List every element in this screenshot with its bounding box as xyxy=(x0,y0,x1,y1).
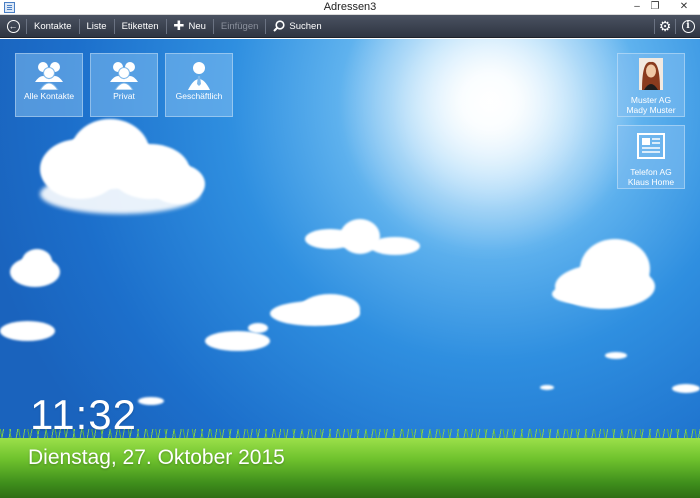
insert-button[interactable]: Einfügen xyxy=(214,15,266,38)
new-label: Neu xyxy=(188,20,206,32)
tile-contact-muster[interactable]: Muster AG Mady Muster xyxy=(617,53,685,117)
info-button[interactable]: i xyxy=(676,15,700,38)
new-button[interactable]: ✚ Neu xyxy=(167,15,213,38)
toolbar: ← Kontakte Liste Etiketten ✚ Neu Einfüge… xyxy=(0,15,700,38)
title-bar: Adressen3 ‒ ❐ ✕ xyxy=(0,0,700,15)
search-label: Suchen xyxy=(289,20,322,32)
info-icon: i xyxy=(681,20,695,33)
desktop-background: Alle Kontakte Privat Geschäftlich Muster… xyxy=(0,39,700,498)
tile-business[interactable]: Geschäftlich xyxy=(165,53,233,117)
tile-label: Alle Kontakte xyxy=(23,91,75,101)
list-button[interactable]: Liste xyxy=(80,15,114,38)
sun-glow xyxy=(330,39,650,259)
close-icon[interactable]: ✕ xyxy=(672,0,696,14)
gear-icon[interactable]: ⚙ xyxy=(655,15,675,38)
avatar xyxy=(618,58,684,90)
tile-label: Muster AG xyxy=(630,95,672,105)
search-icon xyxy=(273,20,286,32)
back-arrow-icon: ← xyxy=(6,19,20,33)
tile-label: Privat xyxy=(113,91,135,101)
group-icon xyxy=(16,60,82,90)
people-icon xyxy=(91,60,157,90)
maximize-icon[interactable]: ❐ xyxy=(646,0,664,14)
tile-label: Klaus Home xyxy=(627,177,675,187)
labels-button[interactable]: Etiketten xyxy=(115,15,166,38)
contacts-button[interactable]: Kontakte xyxy=(27,15,79,38)
tile-private[interactable]: Privat xyxy=(90,53,158,117)
business-person-icon xyxy=(166,60,232,90)
window-title: Adressen3 xyxy=(323,1,377,13)
clock-time: 11:32 xyxy=(30,391,137,438)
tile-contact-telefon[interactable]: Telefon AG Klaus Home xyxy=(617,125,685,189)
tile-label: Geschäftlich xyxy=(175,91,223,101)
newspaper-icon xyxy=(618,133,684,163)
tile-label: Mady Muster xyxy=(626,105,676,115)
plus-icon: ✚ xyxy=(173,18,185,33)
minimize-icon[interactable]: ‒ xyxy=(628,0,646,14)
clock-date: Dienstag, 27. Oktober 2015 xyxy=(28,446,285,469)
tile-label: Telefon AG xyxy=(630,167,672,177)
back-button[interactable]: ← xyxy=(0,15,26,38)
tile-all-contacts[interactable]: Alle Kontakte xyxy=(15,53,83,117)
search-button[interactable]: Suchen xyxy=(266,15,328,38)
